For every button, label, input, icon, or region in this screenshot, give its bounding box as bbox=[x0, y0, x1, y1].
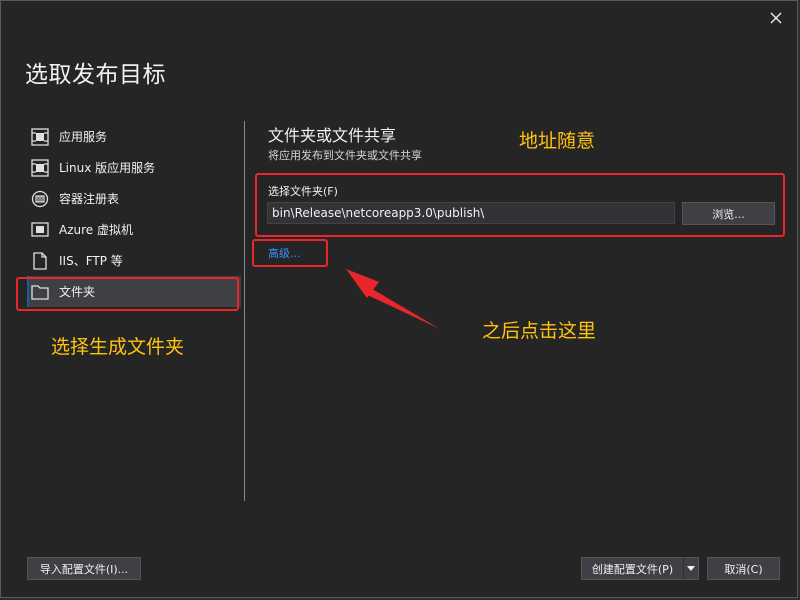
nav-item-label: Linux 版应用服务 bbox=[59, 161, 156, 175]
annotation-folder-note: 选择生成文件夹 bbox=[51, 336, 185, 358]
nav-item-label: 应用服务 bbox=[59, 130, 108, 144]
panel-subtitle: 将应用发布到文件夹或文件共享 bbox=[268, 149, 422, 162]
dialog-title: 选取发布目标 bbox=[25, 62, 166, 88]
nav-item-linux-app-service[interactable]: Linux 版应用服务 bbox=[27, 152, 241, 183]
panel-divider bbox=[244, 121, 245, 501]
container-registry-icon bbox=[31, 190, 49, 208]
nav-item-label: IIS、FTP 等 bbox=[59, 254, 123, 268]
linux-app-service-icon bbox=[31, 158, 49, 177]
import-profile-button[interactable]: 导入配置文件(I)... bbox=[27, 557, 141, 580]
nav-item-label: Azure 虚拟机 bbox=[59, 223, 133, 237]
annotation-box-folder-input bbox=[255, 173, 785, 237]
nav-item-iis-ftp[interactable]: IIS、FTP 等 bbox=[27, 245, 241, 276]
close-button[interactable] bbox=[763, 7, 789, 29]
nav-item-azure-vm[interactable]: Azure 虚拟机 bbox=[27, 214, 241, 245]
iis-ftp-icon bbox=[31, 251, 49, 270]
panel-title: 文件夹或文件共享 bbox=[268, 126, 397, 145]
create-profile-button[interactable]: 创建配置文件(P) bbox=[581, 557, 684, 580]
create-profile-dropdown[interactable] bbox=[683, 557, 699, 580]
annotation-click-note: 之后点击这里 bbox=[482, 320, 597, 342]
app-service-icon bbox=[31, 127, 49, 146]
publish-target-dialog: 选取发布目标 应用服务 Linux 版应用服务 容器注册表 Azure 虚拟机 … bbox=[0, 0, 798, 598]
annotation-box-folder-item bbox=[16, 277, 239, 311]
nav-item-app-service[interactable]: 应用服务 bbox=[27, 121, 241, 152]
annotation-address-note: 地址随意 bbox=[519, 130, 596, 152]
nav-item-container-registry[interactable]: 容器注册表 bbox=[27, 183, 241, 214]
annotation-box-advanced bbox=[252, 239, 328, 267]
azure-vm-icon bbox=[31, 221, 49, 239]
nav-item-label: 容器注册表 bbox=[59, 192, 120, 206]
close-icon bbox=[770, 12, 782, 24]
cancel-button[interactable]: 取消(C) bbox=[707, 557, 780, 580]
chevron-down-icon bbox=[687, 566, 695, 571]
